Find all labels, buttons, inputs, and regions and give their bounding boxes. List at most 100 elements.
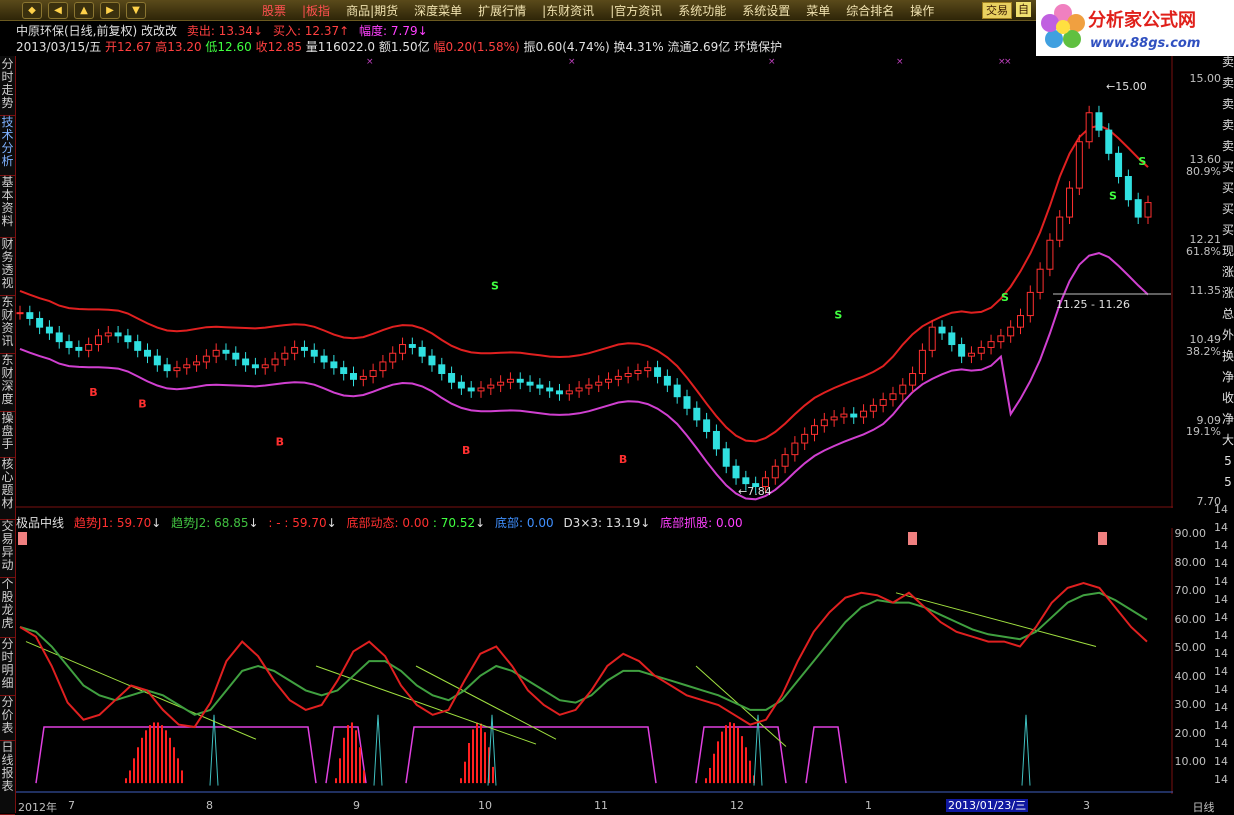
right-quote-item: 14	[1214, 719, 1228, 732]
candle-body	[722, 448, 730, 467]
sidebar-tab-5[interactable]: 东财深度	[0, 352, 15, 412]
candle-body	[644, 367, 652, 372]
signal-marker	[18, 532, 27, 545]
bar-amount: 额1.50亿	[378, 40, 430, 54]
candle-body	[242, 358, 250, 366]
menu-item-1[interactable]: |板指	[294, 2, 338, 19]
candle-body	[889, 393, 897, 401]
sidebar-tab-10[interactable]: 分时明细	[0, 636, 15, 696]
spike-line	[753, 714, 763, 786]
range-readout: 幅度: 7.79	[359, 24, 418, 38]
sell-marker: S	[491, 280, 499, 293]
price-axis-label: 38.2%	[1186, 345, 1221, 358]
nav-arrow-1-icon[interactable]: ◀	[48, 2, 68, 19]
menu-item-3[interactable]: 深度菜单	[406, 2, 470, 19]
candle-body	[330, 361, 338, 369]
candle-body	[712, 430, 720, 450]
bar-change: 幅0.20(1.58%)	[433, 40, 520, 54]
menu-item-8[interactable]: 系统设置	[734, 2, 798, 19]
candle-body	[771, 465, 779, 479]
candle-body	[791, 442, 799, 456]
candle-body	[144, 349, 152, 357]
candle-body	[379, 361, 387, 372]
menu-item-2[interactable]: 商品|期货	[338, 2, 406, 19]
bar-volume: 量116022.0	[305, 40, 376, 54]
price-chart[interactable]: BBBBBBSSSSSS←15.00←7.8411.25 - 11.26××××…	[16, 56, 1173, 508]
indicator-chart[interactable]	[16, 528, 1173, 794]
candle-body	[1075, 141, 1083, 189]
date-axis-label: 12	[730, 799, 744, 812]
candle-body	[575, 387, 583, 392]
sidebar-tab-11[interactable]: 分价表	[0, 694, 15, 741]
candle-body	[1046, 239, 1054, 270]
right-quote-item: 买	[1222, 181, 1234, 195]
candle-body	[114, 332, 122, 337]
nav-arrows: ◆ ◀ ▲ ▶ ▼	[22, 2, 146, 19]
bar-low: 低12.60	[205, 40, 252, 54]
candle-body	[673, 384, 681, 398]
candle-body	[448, 373, 456, 383]
right-quote-item: 14	[1214, 773, 1228, 786]
candle-body	[683, 396, 691, 409]
sell-readout: 卖出: 13.34	[186, 24, 254, 38]
candle-body	[536, 384, 544, 389]
nav-arrow-3-icon[interactable]: ▶	[100, 2, 120, 19]
self-select-button[interactable]: 自	[1016, 2, 1031, 17]
buy-marker: B	[89, 386, 97, 399]
sidebar-tab-1[interactable]: 技术分析	[0, 114, 15, 176]
menu-item-9[interactable]: 菜单	[798, 2, 838, 19]
trade-button[interactable]: 交易	[982, 2, 1012, 19]
candle-body	[65, 341, 73, 348]
nav-arrow-2-icon[interactable]: ▲	[74, 2, 94, 19]
signal-marker	[908, 532, 917, 545]
menu-item-10[interactable]: 综合排名	[838, 2, 902, 19]
cursor-date-box: 2013/01/23/三	[946, 799, 1029, 812]
menu-item-0[interactable]: 股票	[254, 2, 294, 19]
sidebar-tab-3[interactable]: 财务透视	[0, 236, 15, 296]
candle-body	[124, 335, 132, 343]
sidebar-tab-12[interactable]: 日线报表	[0, 739, 15, 815]
spike-line	[1021, 714, 1031, 786]
nav-arrow-4-icon[interactable]: ▼	[126, 2, 146, 19]
candle-body	[438, 364, 446, 375]
annotation-level: 11.25 - 11.26	[1056, 298, 1130, 311]
price-axis-label: 61.8%	[1186, 245, 1221, 258]
menu-item-6[interactable]: |官方资讯	[602, 2, 670, 19]
nav-arrow-0-icon[interactable]: ◆	[22, 2, 42, 19]
indicator-axis-label: 80.00	[1174, 555, 1207, 569]
candle-body	[928, 326, 936, 351]
bar-open: 开12.67	[105, 40, 152, 54]
candle-body	[811, 425, 819, 435]
sidebar-tab-9[interactable]: 个股龙虎	[0, 576, 15, 638]
candle-body	[869, 404, 877, 412]
signal-marker	[1098, 532, 1107, 545]
sidebar-tab-7[interactable]: 核心题材	[0, 456, 15, 520]
candle-body	[359, 375, 367, 380]
sidebar-tab-4[interactable]: 东财资讯	[0, 294, 15, 354]
buy-readout: 买入: 12.37	[272, 24, 340, 38]
sidebar-tab-2[interactable]: 基本资料	[0, 174, 15, 238]
candle-body	[1056, 216, 1064, 241]
sidebar-tab-6[interactable]: 操盘手	[0, 410, 15, 458]
menu-item-5[interactable]: |东财资讯	[534, 2, 602, 19]
sidebar-tab-0[interactable]: 分时走势	[0, 56, 15, 116]
right-quote-item: 14	[1214, 593, 1228, 606]
bar-close: 收12.85	[255, 40, 302, 54]
date-axis-label: 3	[1083, 799, 1090, 812]
candle-body	[457, 381, 465, 389]
candle-body	[605, 378, 613, 383]
candle-body	[663, 375, 671, 386]
sidebar-tab-8[interactable]: 交易异动	[0, 518, 15, 578]
spike-line	[209, 714, 219, 786]
buy-marker: B	[276, 435, 284, 448]
menu-item-7[interactable]: 系统功能	[670, 2, 734, 19]
date-axis-label: 11	[594, 799, 608, 812]
candle-body	[526, 381, 534, 386]
menu-item-4[interactable]: 扩展行情	[470, 2, 534, 19]
right-quote-item: 14	[1214, 503, 1228, 516]
candle-body	[997, 335, 1005, 343]
bottom-zone-line	[35, 726, 317, 784]
candle-body	[830, 416, 838, 421]
candle-body	[94, 335, 102, 346]
menu-item-11[interactable]: 操作	[902, 2, 942, 19]
